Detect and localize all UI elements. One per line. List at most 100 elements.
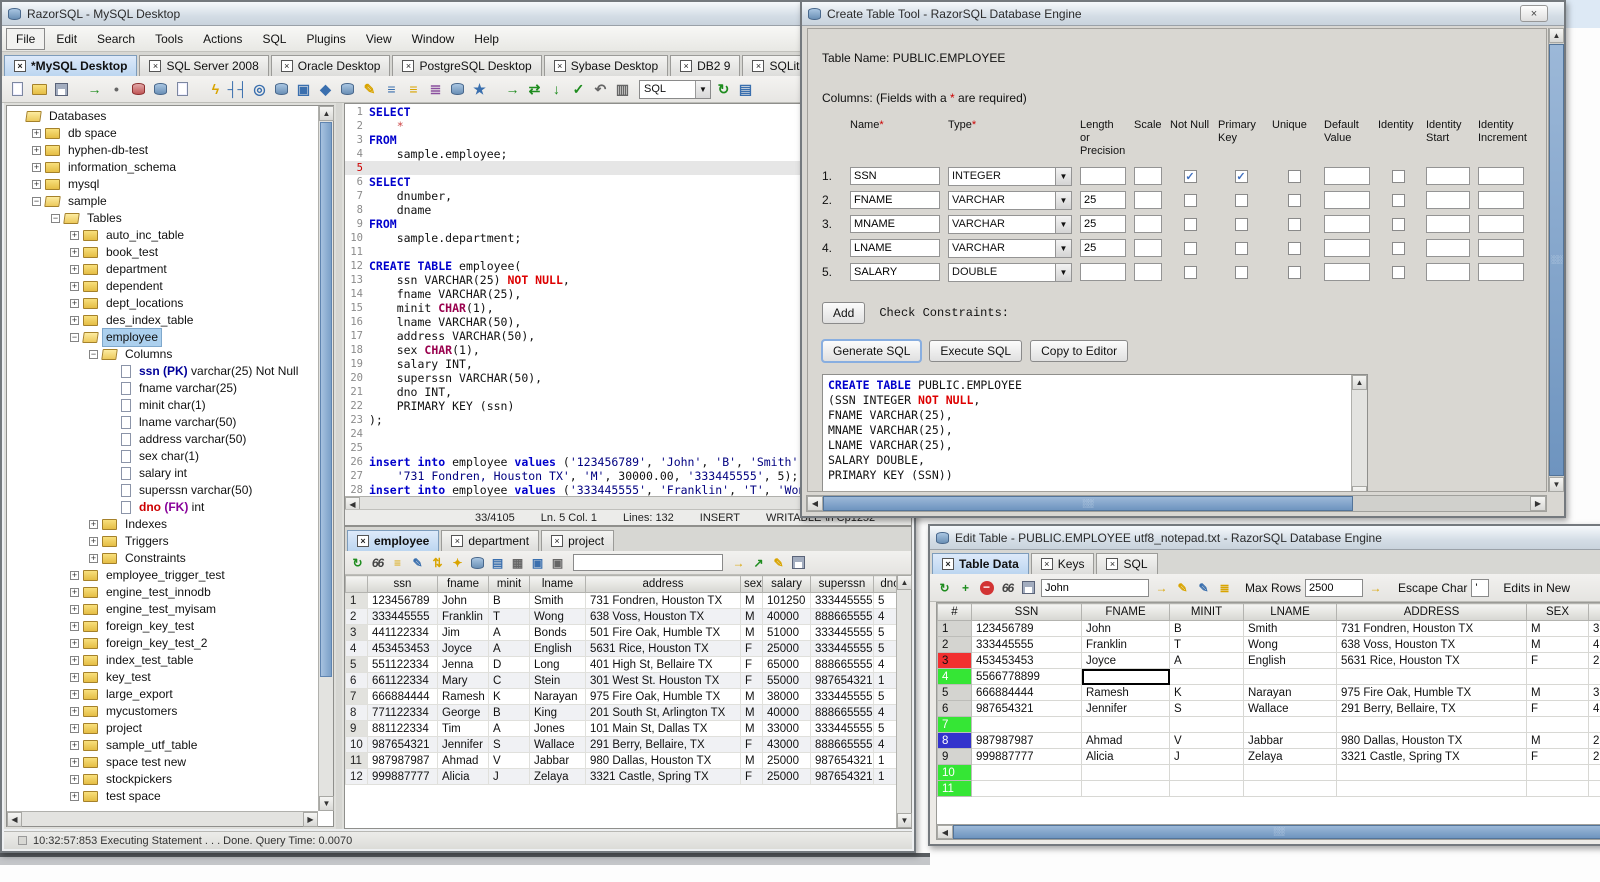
col-2-identity-start-input[interactable] <box>1426 191 1470 209</box>
describe-table-icon[interactable]: ┤┤ <box>228 80 248 99</box>
edit-cell[interactable] <box>1081 764 1170 781</box>
edit-cell[interactable]: M <box>1526 684 1589 701</box>
results-cell[interactable]: 453453453 <box>367 640 438 657</box>
results-cell[interactable]: 5 <box>873 640 896 657</box>
edit-cell[interactable]: V <box>1169 732 1244 749</box>
results-cell[interactable]: F <box>740 736 763 753</box>
edit-table-titlebar[interactable]: Edit Table - PUBLIC.EMPLOYEE utf8_notepa… <box>930 526 1600 550</box>
close-tab-icon[interactable]: × <box>1040 558 1053 570</box>
col-3-default-input[interactable] <box>1324 215 1370 233</box>
expand-icon[interactable]: + <box>70 724 79 733</box>
results-tab-employee[interactable]: × employee <box>347 530 440 551</box>
results-cell[interactable]: 441122334 <box>367 624 438 641</box>
results-search-input[interactable] <box>573 554 723 571</box>
results-cell[interactable]: 4 <box>873 608 896 625</box>
edit-tab-keys[interactable]: × Keys <box>1030 553 1095 574</box>
row-number[interactable]: 9 <box>937 748 972 765</box>
tree-horizontal-scrollbar[interactable]: ◀ ▶ <box>7 811 318 827</box>
col-1-identity-start-input[interactable] <box>1426 167 1470 185</box>
results-cell[interactable]: B <box>488 704 530 721</box>
expand-icon[interactable]: + <box>89 554 98 563</box>
tree-item-sample-utf-table[interactable]: + sample_utf_table <box>7 737 318 754</box>
results-cell[interactable]: 55000 <box>762 672 811 689</box>
edit-col-minit[interactable]: MINIT <box>1169 603 1244 621</box>
row-number[interactable]: 8 <box>937 732 972 749</box>
chevron-down-icon[interactable]: ▼ <box>1055 191 1071 209</box>
edit-tab-sql[interactable]: × SQL <box>1096 553 1158 574</box>
results-cell[interactable]: 551122334 <box>367 656 438 673</box>
results-col-superssn[interactable]: superssn <box>810 575 874 593</box>
col-2-not-null-checkbox[interactable] <box>1183 193 1197 207</box>
edit-col-sex[interactable]: SEX <box>1526 603 1589 621</box>
scroll-up-icon[interactable]: ▲ <box>319 106 334 121</box>
edit-cell[interactable] <box>1336 668 1527 685</box>
results-cell[interactable]: 987654321 <box>367 736 438 753</box>
scroll-down-icon[interactable]: ▼ <box>897 813 912 828</box>
sql-mode-dropdown[interactable]: SQL ▼ <box>639 79 711 99</box>
col-5-identity-increment-input[interactable] <box>1478 263 1524 281</box>
tree-item-space-test-new[interactable]: + space test new <box>7 754 318 771</box>
results-cell[interactable]: 4 <box>873 656 896 673</box>
results-cell[interactable]: A <box>488 640 530 657</box>
expand-icon[interactable]: + <box>89 537 98 546</box>
results-cell[interactable]: Ramesh <box>437 688 489 705</box>
results-cell[interactable]: 40000 <box>762 704 811 721</box>
results-col-dno[interactable]: dno <box>873 575 896 593</box>
results-cell[interactable]: 975 Fire Oak, Humble TX <box>585 688 741 705</box>
scroll-up-icon[interactable]: ▲ <box>897 575 912 590</box>
edit-cell[interactable]: 2 <box>1588 652 1600 669</box>
expand-icon[interactable]: + <box>70 741 79 750</box>
edit-cell[interactable]: F <box>1526 748 1589 765</box>
expand-icon[interactable]: + <box>70 588 79 597</box>
results-cell[interactable]: Jones <box>529 720 586 737</box>
edit-cell[interactable]: 987987987 <box>971 732 1082 749</box>
results-cell[interactable]: M <box>740 592 763 609</box>
row-number[interactable]: 4 <box>937 668 972 685</box>
edit-cell[interactable] <box>971 780 1082 797</box>
scroll-left-icon[interactable]: ◀ <box>937 825 953 839</box>
results-cell[interactable]: John <box>437 592 489 609</box>
results-cell[interactable]: V <box>488 752 530 769</box>
align-icon[interactable]: ≡ <box>382 80 401 99</box>
edit-sql-icon[interactable]: ✎ <box>360 80 379 99</box>
edit-cell[interactable]: F <box>1526 652 1589 669</box>
chevron-down-icon[interactable]: ▼ <box>1055 239 1071 257</box>
close-tab-icon[interactable]: × <box>451 535 464 547</box>
col-2-type-dropdown[interactable]: VARCHAR ▼ <box>948 190 1072 210</box>
col-3-not-null-checkbox[interactable] <box>1183 217 1197 231</box>
results-cell[interactable]: Wong <box>529 608 586 625</box>
tree-item-lname-varchar-50[interactable]: lname varchar(50) <box>7 414 318 431</box>
edit-col-lname[interactable]: LNAME <box>1243 603 1337 621</box>
col-3-identity-checkbox[interactable] <box>1391 217 1405 231</box>
view-file-icon[interactable]: ◎ <box>250 80 269 99</box>
edit-cell[interactable]: 980 Dallas, Houston TX <box>1336 732 1527 749</box>
results-cell[interactable]: M <box>740 752 763 769</box>
edit-cell[interactable]: Joyce <box>1081 652 1170 669</box>
results-tab-project[interactable]: × project <box>541 530 615 551</box>
results-tab-department[interactable]: × department <box>441 530 540 551</box>
results-cell[interactable]: 638 Voss, Houston TX <box>585 608 741 625</box>
col-4-identity-checkbox[interactable] <box>1391 241 1405 255</box>
edit-cell[interactable]: 4 <box>1588 700 1600 717</box>
col-3-name-input[interactable] <box>850 215 940 233</box>
results-cell[interactable]: B <box>488 592 530 609</box>
edit-cell[interactable]: Wong <box>1243 636 1337 653</box>
results-cell[interactable]: 4 <box>873 704 896 721</box>
edit-cell[interactable] <box>1588 668 1600 685</box>
edit-cell[interactable]: T <box>1169 636 1244 653</box>
tree-item-ssn-pk-varchar-25-not-null[interactable]: ssn (PK) varchar(25) Not Null <box>7 363 318 380</box>
edit-cell[interactable] <box>1526 780 1589 797</box>
results-col-sex[interactable]: sex <box>740 575 763 593</box>
results-cell[interactable]: 123456789 <box>367 592 438 609</box>
results-col-ssn[interactable]: ssn <box>367 575 438 593</box>
col-3-unique-checkbox[interactable] <box>1287 217 1301 231</box>
menu-help[interactable]: Help <box>465 29 508 49</box>
find-go-icon[interactable]: → <box>1153 579 1170 596</box>
results-cell[interactable]: 201 South St, Arlington TX <box>585 704 741 721</box>
close-tab-icon[interactable]: × <box>1106 558 1119 570</box>
tree-item-dept-locations[interactable]: + dept_locations <box>7 295 318 312</box>
col-3-type-dropdown[interactable]: VARCHAR ▼ <box>948 214 1072 234</box>
edit-tab-table-data[interactable]: × Table Data <box>932 553 1029 574</box>
results-cell[interactable]: 980 Dallas, Houston TX <box>585 752 741 769</box>
row-number[interactable]: 7 <box>345 688 368 705</box>
